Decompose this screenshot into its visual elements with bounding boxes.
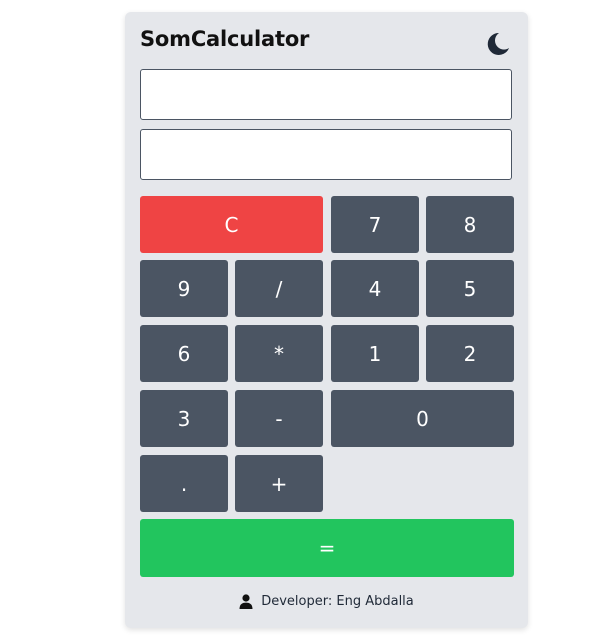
four-button[interactable]: 4 bbox=[331, 260, 419, 317]
nine-button[interactable]: 9 bbox=[140, 260, 228, 317]
divide-button[interactable]: / bbox=[235, 260, 323, 317]
one-button[interactable]: 1 bbox=[331, 325, 419, 382]
user-icon bbox=[239, 594, 253, 609]
result-display[interactable] bbox=[140, 129, 512, 180]
five-button[interactable]: 5 bbox=[426, 260, 514, 317]
theme-toggle-button[interactable] bbox=[482, 29, 512, 59]
multiply-button[interactable]: * bbox=[235, 325, 323, 382]
zero-button[interactable]: 0 bbox=[331, 390, 514, 447]
developer-credit-text: Developer: Eng Abdalla bbox=[261, 594, 414, 609]
calculator-card: SomCalculator C 7 8 9 / 4 5 6 * 1 2 3 - … bbox=[125, 12, 528, 628]
plus-button[interactable]: + bbox=[235, 455, 323, 512]
six-button[interactable]: 6 bbox=[140, 325, 228, 382]
app-title: SomCalculator bbox=[140, 27, 310, 51]
eight-button[interactable]: 8 bbox=[426, 196, 514, 253]
developer-credit: Developer: Eng Abdalla bbox=[125, 594, 528, 609]
expression-display[interactable] bbox=[140, 69, 512, 120]
three-button[interactable]: 3 bbox=[140, 390, 228, 447]
moon-icon bbox=[487, 32, 509, 55]
equals-button[interactable]: = bbox=[140, 519, 514, 577]
two-button[interactable]: 2 bbox=[426, 325, 514, 382]
clear-button[interactable]: C bbox=[140, 196, 323, 253]
minus-button[interactable]: - bbox=[235, 390, 323, 447]
seven-button[interactable]: 7 bbox=[331, 196, 419, 253]
decimal-button[interactable]: . bbox=[140, 455, 228, 512]
